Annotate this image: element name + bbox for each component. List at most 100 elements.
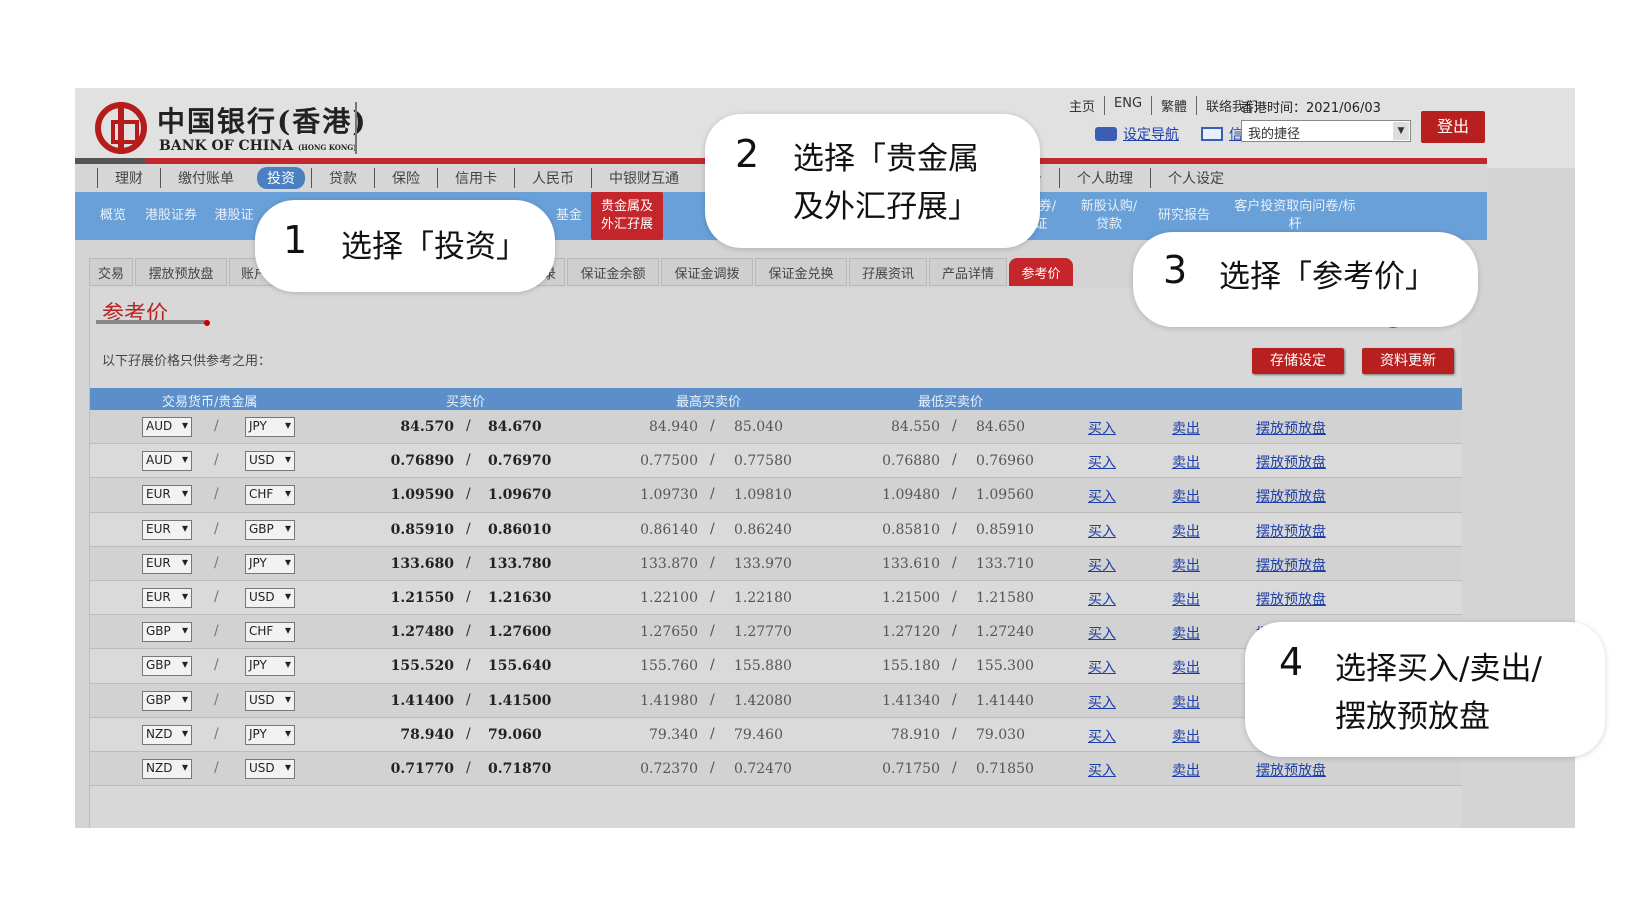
logout-button[interactable]: 登出 — [1421, 111, 1485, 143]
bid-ask-separator: / — [466, 554, 471, 571]
place-order-link[interactable]: 摆放预放盘 — [1256, 486, 1326, 506]
buy-link[interactable]: 买入 — [1088, 760, 1116, 780]
buy-link[interactable]: 买入 — [1088, 418, 1116, 438]
base-currency-select[interactable]: GBP — [142, 690, 192, 711]
quote-currency-select[interactable]: USD — [245, 451, 295, 472]
nav-credit-card[interactable]: 信用卡 — [437, 168, 514, 188]
base-currency-select[interactable]: NZD — [142, 758, 192, 779]
tab-margin-info[interactable]: 孖展资讯 — [849, 258, 927, 286]
low-separator: / — [952, 452, 957, 469]
quote-currency-select[interactable]: USD — [245, 587, 295, 608]
buy-link[interactable]: 买入 — [1088, 521, 1116, 541]
quote-currency-select[interactable]: JPY — [245, 724, 295, 745]
quote-currency-select[interactable]: USD — [245, 758, 295, 779]
buy-link[interactable]: 买入 — [1088, 692, 1116, 712]
link-traditional[interactable]: 繁體 — [1151, 96, 1196, 115]
quote-currency-select[interactable]: JPY — [245, 656, 295, 677]
nav-loans[interactable]: 贷款 — [311, 168, 374, 188]
place-order-link[interactable]: 摆放预放盘 — [1256, 521, 1326, 541]
nav-bills[interactable]: 缴付账单 — [160, 168, 251, 188]
bid-ask-separator: / — [466, 657, 471, 674]
base-currency-select[interactable]: GBP — [142, 622, 192, 643]
quote-currency-select[interactable]: JPY — [245, 553, 295, 574]
sell-link[interactable]: 卖出 — [1172, 486, 1200, 506]
tab-product-details[interactable]: 产品详情 — [929, 258, 1007, 286]
nav-insurance[interactable]: 保险 — [374, 168, 437, 188]
buy-link[interactable]: 买入 — [1088, 555, 1116, 575]
ask-price: 0.86010 — [488, 521, 552, 538]
sell-link[interactable]: 卖出 — [1172, 726, 1200, 746]
buy-link[interactable]: 买入 — [1088, 726, 1116, 746]
base-currency-select[interactable]: EUR — [142, 519, 192, 540]
quote-currency-select[interactable]: USD — [245, 690, 295, 711]
refresh-button[interactable]: 资料更新 — [1362, 348, 1454, 374]
quote-currency-select[interactable]: CHF — [245, 485, 295, 506]
quote-currency-select[interactable]: GBP — [245, 519, 295, 540]
high-bid-price: 0.72370 — [640, 760, 698, 777]
subnav-hk-stock[interactable]: 港股证 — [209, 192, 259, 240]
low-ask-price: 84.650 — [976, 419, 1025, 435]
quote-currency-select[interactable]: CHF — [245, 622, 295, 643]
buy-link[interactable]: 买入 — [1088, 486, 1116, 506]
subnav-ipo[interactable]: 新股认购/贷款 — [1073, 192, 1145, 240]
settings-nav-label: 设定导航 — [1123, 127, 1179, 143]
base-currency-select[interactable]: GBP — [142, 656, 192, 677]
save-settings-button[interactable]: 存储设定 — [1252, 348, 1344, 374]
nav-personal-settings[interactable]: 个人设定 — [1150, 168, 1241, 188]
sell-link[interactable]: 卖出 — [1172, 623, 1200, 643]
place-order-link[interactable]: 摆放预放盘 — [1256, 589, 1326, 609]
place-order-link[interactable]: 摆放预放盘 — [1256, 760, 1326, 780]
sell-link[interactable]: 卖出 — [1172, 452, 1200, 472]
link-home[interactable]: 主页 — [1060, 96, 1104, 115]
base-currency-select[interactable]: EUR — [142, 485, 192, 506]
subnav-precious-fx[interactable]: 贵金属及外汇孖展 — [591, 192, 663, 240]
nav-rmb[interactable]: 人民币 — [514, 168, 591, 188]
buy-link[interactable]: 买入 — [1088, 589, 1116, 609]
base-currency-select[interactable]: EUR — [142, 587, 192, 608]
quote-currency-select[interactable]: JPY — [245, 417, 295, 437]
quote-currency-value: JPY — [249, 726, 267, 741]
nav-assistant[interactable]: 个人助理 — [1059, 168, 1150, 188]
buy-link[interactable]: 买入 — [1088, 657, 1116, 677]
settings-icon — [1095, 127, 1117, 141]
place-order-link[interactable]: 摆放预放盘 — [1256, 418, 1326, 438]
subnav-overview[interactable]: 概览 — [93, 192, 133, 240]
sell-link[interactable]: 卖出 — [1172, 589, 1200, 609]
tab-reference-price[interactable]: 参考价 — [1009, 258, 1073, 286]
sell-link[interactable]: 卖出 — [1172, 760, 1200, 780]
high-ask-price: 0.77580 — [734, 453, 792, 470]
nav-boc-connect[interactable]: 中银财互通 — [591, 168, 696, 188]
shortcut-select[interactable]: 我的捷径 ▼ — [1241, 120, 1411, 142]
base-currency-select[interactable]: AUD — [142, 417, 192, 437]
tab-trade[interactable]: 交易 — [89, 258, 133, 286]
place-order-link[interactable]: 摆放预放盘 — [1256, 555, 1326, 575]
settings-nav-link[interactable]: 设定导航 — [1095, 124, 1179, 144]
buy-link[interactable]: 买入 — [1088, 623, 1116, 643]
sell-link[interactable]: 卖出 — [1172, 521, 1200, 541]
buy-link[interactable]: 买入 — [1088, 452, 1116, 472]
bid-price: 0.76890 — [390, 453, 454, 470]
table-row: EUR / JPY 133.680 / 133.780 133.870 / 133.970 133… — [90, 546, 1462, 581]
link-english[interactable]: ENG — [1104, 96, 1151, 115]
tab-place-order[interactable]: 摆放预放盘 — [135, 258, 227, 286]
place-order-link[interactable]: 摆放预放盘 — [1256, 452, 1326, 472]
sell-link[interactable]: 卖出 — [1172, 418, 1200, 438]
nav-wealth[interactable]: 理财 — [97, 168, 160, 188]
base-currency-select[interactable]: EUR — [142, 553, 192, 574]
tab-margin-balance[interactable]: 保证金余额 — [567, 258, 659, 286]
base-currency-select[interactable]: NZD — [142, 724, 192, 745]
sell-link[interactable]: 卖出 — [1172, 657, 1200, 677]
sell-link[interactable]: 卖出 — [1172, 555, 1200, 575]
bid-ask-separator: / — [466, 691, 471, 708]
tab-margin-transfer[interactable]: 保证金调拨 — [661, 258, 753, 286]
base-currency-select[interactable]: AUD — [142, 451, 192, 472]
subnav-fund[interactable]: 基金 — [549, 192, 589, 240]
header-bid-ask: 买卖价 — [446, 395, 486, 410]
tab-margin-exchange[interactable]: 保证金兑换 — [755, 258, 847, 286]
pair-separator: / — [214, 759, 219, 776]
low-bid-price: 1.21500 — [882, 589, 940, 606]
sell-link[interactable]: 卖出 — [1172, 692, 1200, 712]
subnav-hk-securities[interactable]: 港股证券 — [137, 192, 205, 240]
nav-investment[interactable]: 投资 — [257, 167, 305, 189]
callout-2-text-line1: 选择「贵金属 — [793, 141, 979, 177]
